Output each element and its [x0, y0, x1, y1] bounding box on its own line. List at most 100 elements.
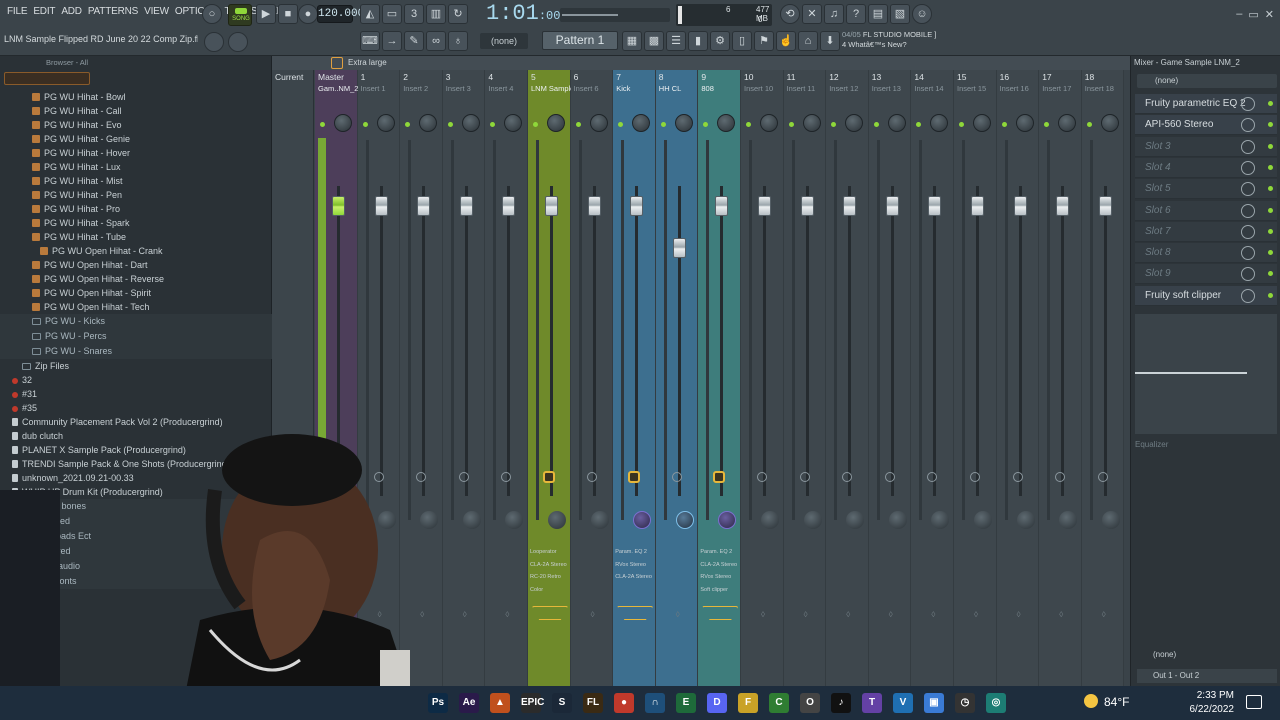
mixer-strip-18[interactable]: 18 Insert 18 ◊ — [1081, 70, 1125, 686]
menu-add[interactable]: ADD — [58, 6, 85, 17]
strip-effect[interactable]: Soft clipper — [700, 584, 740, 597]
notification-icon[interactable] — [1246, 695, 1262, 709]
route-button[interactable] — [671, 472, 682, 482]
equalizer-graph[interactable] — [1135, 314, 1277, 434]
route-button[interactable] — [331, 472, 341, 482]
lock-icon[interactable]: ◊ — [761, 610, 765, 619]
stereo-separation-knob[interactable] — [462, 511, 481, 529]
play-icon[interactable]: ▶ — [256, 4, 276, 24]
lock-icon[interactable]: ◊ — [974, 610, 978, 619]
menu-view[interactable]: VIEW — [141, 6, 172, 17]
stereo-separation-knob[interactable] — [377, 511, 396, 529]
mixer-layout-icon[interactable] — [331, 57, 343, 69]
stereo-separation-knob[interactable] — [633, 511, 652, 529]
slot-enable-led[interactable] — [1268, 250, 1273, 256]
strip-enable-led[interactable] — [746, 122, 751, 127]
browser-item[interactable]: 32 — [0, 373, 272, 387]
browser-item[interactable]: PG WU Open Hihat - Crank — [0, 244, 272, 258]
browser-item[interactable]: #31 — [0, 387, 272, 401]
browser-folder[interactable]: Recorded — [0, 514, 272, 529]
taskbar-app-icon[interactable]: T — [862, 693, 882, 713]
route-button[interactable] — [1012, 472, 1023, 482]
browser-filter-highlight[interactable] — [4, 72, 90, 85]
strip-enable-led[interactable] — [1086, 122, 1092, 127]
mixer-strip-16[interactable]: 16 Insert 16 ◊ — [996, 70, 1040, 686]
mix-knob-icon[interactable] — [1241, 288, 1255, 303]
strip-effect[interactable]: CLA-2A Stereo — [530, 559, 570, 572]
volume-fader[interactable] — [459, 196, 473, 216]
effect-slot[interactable]: Slot 9 — [1135, 264, 1277, 285]
slot-enable-led[interactable] — [1268, 143, 1273, 149]
news-panel[interactable]: 04/05 FL STUDIO MOBILE ] 4 Whatâ€™s New? — [842, 30, 948, 52]
slot-enable-led[interactable] — [1268, 292, 1273, 298]
slot-enable-led[interactable] — [1268, 164, 1273, 170]
effect-slot[interactable]: Fruity parametric EQ 2 — [1135, 94, 1277, 114]
browser-item[interactable]: PG WU Hihat - Mist — [0, 174, 272, 188]
mix-knob-icon[interactable] — [1241, 203, 1255, 218]
taskbar-app-icon[interactable]: FL — [583, 693, 603, 713]
send-shape[interactable] — [532, 606, 568, 620]
lock-icon[interactable]: ◊ — [1102, 610, 1106, 619]
playlist-icon[interactable]: ▦ — [622, 31, 642, 51]
effect-slot[interactable]: Fruity soft clipper — [1135, 285, 1277, 306]
browser-item[interactable]: PG WU Open Hihat - Reverse — [0, 272, 272, 286]
mixer-strip-8[interactable]: 8 HH CL ◊ — [655, 70, 699, 686]
mixer-strip-14[interactable]: 14 Insert 14 ◊ — [911, 70, 954, 686]
countdown-icon[interactable]: 3 — [404, 4, 424, 24]
volume-fader[interactable] — [800, 196, 814, 216]
strip-enable-led[interactable] — [831, 122, 837, 127]
mixer-strip-4[interactable]: 4 Insert 4 ◊ — [485, 70, 528, 686]
taskbar-app-icon[interactable]: ▲ — [490, 693, 510, 713]
strip-enable-led[interactable] — [618, 122, 624, 127]
lock-icon[interactable]: ◊ — [591, 610, 595, 619]
effect-slot[interactable]: Slot 7 — [1135, 221, 1277, 242]
taskbar-app-icon[interactable]: S — [552, 693, 572, 713]
mix-knob-icon[interactable] — [1241, 118, 1255, 133]
plugin-picker-icon[interactable]: ⚙ — [710, 31, 730, 51]
close-icon[interactable]: ✕ — [1265, 8, 1274, 21]
metronome-icon[interactable]: ◭ — [360, 4, 380, 24]
taskbar-app-icon[interactable]: ● — [614, 693, 634, 713]
pan-knob[interactable] — [1015, 114, 1034, 132]
effect-slot[interactable]: Slot 4 — [1135, 157, 1277, 178]
send-shape[interactable] — [617, 606, 654, 620]
weather-widget[interactable]: 84°F — [1084, 694, 1129, 709]
strip-enable-led[interactable] — [362, 122, 368, 127]
stop-icon[interactable]: ■ — [278, 4, 298, 24]
panic-icon[interactable]: ✕ — [802, 4, 822, 24]
volume-fader[interactable] — [1013, 196, 1027, 216]
mix-knob-icon[interactable] — [1241, 224, 1255, 239]
strip-enable-led[interactable] — [1001, 122, 1007, 127]
strip-enable-led[interactable] — [703, 122, 709, 127]
browser-item[interactable]: PG WU Open Hihat - Spirit — [0, 286, 272, 300]
pan-knob[interactable] — [504, 114, 523, 132]
strip-effect[interactable]: Param. EQ 2 — [700, 546, 740, 559]
effect-slot[interactable]: Slot 8 — [1135, 243, 1277, 264]
help-icon[interactable]: ? — [846, 4, 866, 24]
stereo-separation-knob[interactable] — [590, 511, 609, 529]
lock-icon[interactable]: ◊ — [378, 610, 382, 619]
strip-enable-led[interactable] — [490, 122, 496, 127]
browser-item[interactable]: Community Placement Pack Vol 2 (Producer… — [0, 415, 272, 429]
pattern-category-select[interactable]: (none) — [480, 33, 528, 49]
strip-enable-led[interactable] — [916, 122, 922, 127]
browser-folder[interactable]: Sliced audio — [0, 559, 272, 574]
browser-item[interactable]: PG WU Hihat - Pro — [0, 202, 272, 216]
mixer-strip-2[interactable]: 2 Insert 2 ◊ — [400, 70, 443, 686]
route-button[interactable] — [884, 472, 895, 482]
undo-history-icon[interactable]: ⟲ — [780, 4, 800, 24]
main-pitch-knob-icon[interactable] — [228, 32, 248, 52]
taskbar-app-icon[interactable]: ◎ — [986, 693, 1006, 713]
volume-fader[interactable] — [843, 196, 857, 216]
route-button[interactable] — [970, 472, 980, 482]
lock-icon[interactable]: ◊ — [804, 610, 808, 619]
microphone-icon[interactable]: ♫ — [824, 4, 844, 24]
strip-enable-led[interactable] — [959, 122, 964, 127]
mixer-strip-3[interactable]: 3 Insert 3 ◊ — [442, 70, 486, 686]
snap-icon[interactable]: → — [382, 31, 402, 51]
master-volume-slider[interactable] — [560, 8, 670, 22]
pan-knob[interactable] — [802, 114, 821, 132]
taskbar-app-icon[interactable]: Ps — [428, 693, 448, 713]
browser-item[interactable]: #35 — [0, 401, 272, 415]
browser-folder[interactable]: PG WU - Percs — [0, 329, 272, 344]
